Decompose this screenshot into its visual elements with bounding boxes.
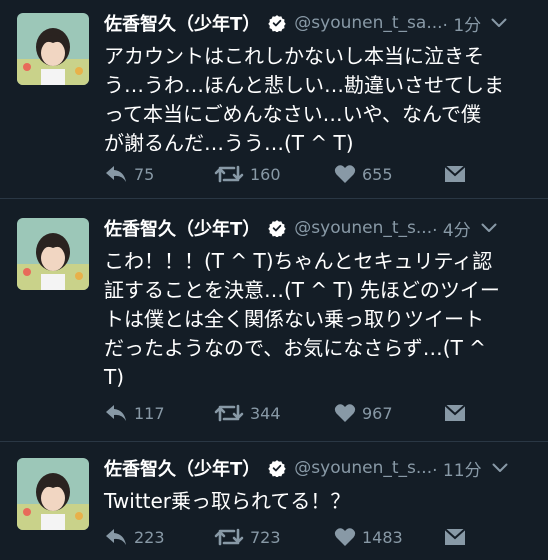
like-count: 1483 bbox=[362, 527, 403, 547]
timestamp[interactable]: · 1分 bbox=[443, 11, 482, 36]
display-name[interactable]: 佐香智久（少年T） bbox=[104, 10, 260, 36]
tweet-header: 佐香智久（少年T） @syounen_t_sa... · 1分 bbox=[104, 10, 538, 36]
reply-button[interactable]: 117 bbox=[104, 403, 214, 423]
tweet-actions: 223 723 1483 bbox=[104, 525, 466, 549]
tweet-text: こわ！！！(T ^ T)ちゃんとセキュリティ認 証することを決意…(T ^ T)… bbox=[104, 249, 500, 389]
tweet-text: Twitter乗っ取られてる！？ bbox=[104, 489, 351, 513]
reply-arrow-icon bbox=[106, 529, 126, 545]
tweet-3[interactable]: 佐香智久（少年T） @syounen_t_s... · 11分 Twitter乗… bbox=[0, 445, 548, 560]
tweet-actions: 75 160 655 bbox=[104, 162, 466, 186]
retweet-button[interactable]: 344 bbox=[214, 403, 334, 423]
retweet-count: 723 bbox=[250, 527, 281, 547]
tweet-header: 佐香智久（少年T） @syounen_t_s... · 11分 bbox=[104, 455, 538, 481]
avatar[interactable] bbox=[17, 458, 89, 530]
heart-icon bbox=[334, 165, 356, 183]
like-button[interactable]: 967 bbox=[334, 403, 444, 423]
avatar[interactable] bbox=[17, 13, 89, 85]
retweet-count: 160 bbox=[250, 164, 281, 184]
direct-message-button[interactable] bbox=[444, 528, 466, 546]
retweet-icon bbox=[214, 404, 244, 422]
tweet-2[interactable]: 佐香智久（少年T） @syounen_t_s... · 4分 こわ！！！(T ^… bbox=[0, 205, 548, 442]
reply-button[interactable]: 75 bbox=[104, 164, 214, 184]
tweet-1[interactable]: 佐香智久（少年T） @syounen_t_sa... · 1分 アカウントはこれ… bbox=[0, 0, 548, 199]
tweet-text: アカウントはこれしかないし本当に泣きそ う…うわ…ほんと悲しい…勘違いさせてしま… bbox=[104, 44, 504, 155]
retweet-button[interactable]: 723 bbox=[214, 527, 334, 547]
like-count: 967 bbox=[362, 403, 393, 423]
chevron-down-icon[interactable] bbox=[491, 18, 507, 28]
username[interactable]: @syounen_t_s... bbox=[294, 458, 432, 478]
username[interactable]: @syounen_t_s... bbox=[294, 218, 432, 238]
username[interactable]: @syounen_t_sa... bbox=[294, 13, 442, 33]
tweet-actions: 117 344 967 bbox=[104, 401, 466, 425]
retweet-icon bbox=[214, 165, 244, 183]
verified-badge-icon bbox=[268, 220, 286, 237]
retweet-count: 344 bbox=[250, 403, 281, 423]
envelope-icon bbox=[444, 165, 466, 182]
reply-button[interactable]: 223 bbox=[104, 527, 214, 547]
reply-count: 117 bbox=[134, 403, 165, 423]
retweet-icon bbox=[214, 528, 244, 546]
display-name[interactable]: 佐香智久（少年T） bbox=[104, 455, 260, 481]
reply-count: 75 bbox=[134, 164, 155, 184]
envelope-icon bbox=[444, 404, 466, 421]
envelope-icon bbox=[444, 528, 466, 545]
like-button[interactable]: 655 bbox=[334, 164, 444, 184]
direct-message-button[interactable] bbox=[444, 165, 466, 183]
chevron-down-icon[interactable] bbox=[492, 463, 508, 473]
heart-icon bbox=[334, 404, 356, 422]
reply-arrow-icon bbox=[106, 166, 126, 182]
retweet-button[interactable]: 160 bbox=[214, 164, 334, 184]
heart-icon bbox=[334, 528, 356, 546]
like-count: 655 bbox=[362, 164, 393, 184]
avatar[interactable] bbox=[17, 218, 89, 290]
chevron-down-icon[interactable] bbox=[481, 223, 497, 233]
tweet-header: 佐香智久（少年T） @syounen_t_s... · 4分 bbox=[104, 215, 538, 241]
direct-message-button[interactable] bbox=[444, 404, 466, 422]
like-button[interactable]: 1483 bbox=[334, 527, 444, 547]
display-name[interactable]: 佐香智久（少年T） bbox=[104, 215, 260, 241]
timestamp[interactable]: · 11分 bbox=[432, 456, 481, 481]
timestamp[interactable]: · 4分 bbox=[432, 216, 471, 241]
reply-arrow-icon bbox=[106, 405, 126, 421]
verified-badge-icon bbox=[268, 460, 286, 477]
reply-count: 223 bbox=[134, 527, 165, 547]
verified-badge-icon bbox=[268, 15, 286, 32]
